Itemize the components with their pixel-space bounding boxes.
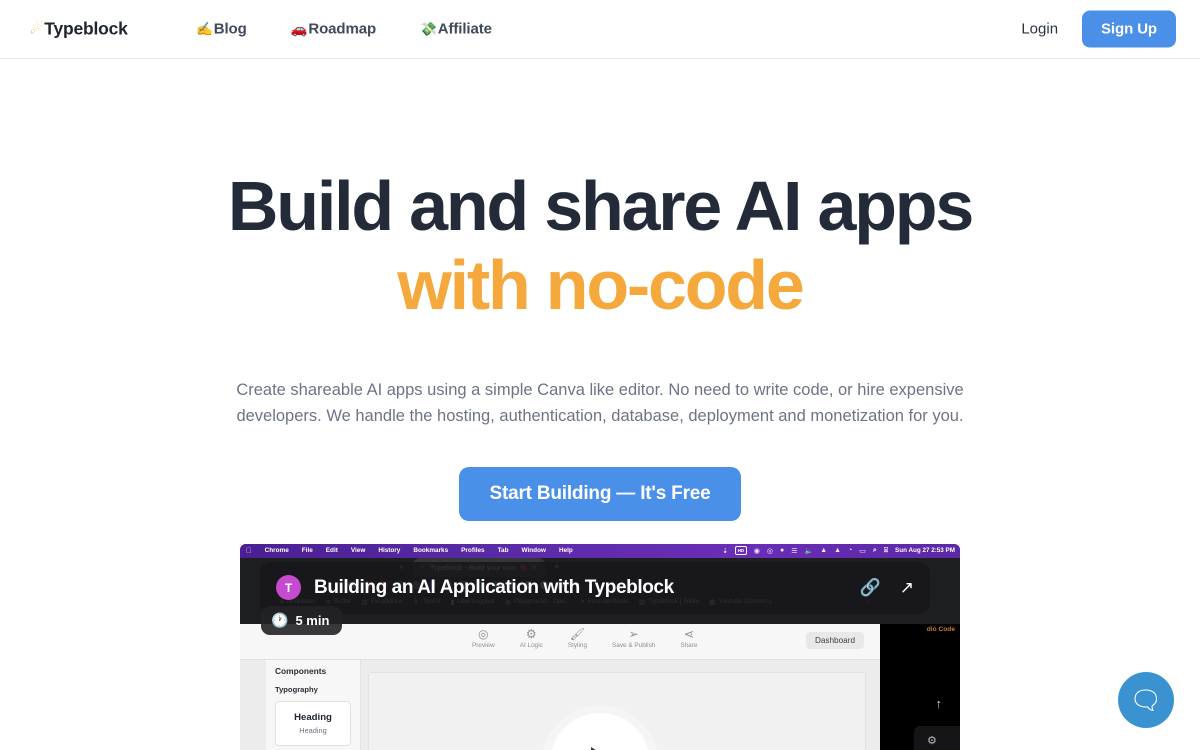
download-icon: ⇣ — [722, 547, 729, 555]
dropbox-alt-icon: ▲ — [820, 547, 828, 555]
editor-sidebar: Components Typography Heading Heading T … — [266, 659, 361, 750]
scroll-up-arrow-icon[interactable]: ↑ — [936, 696, 943, 711]
sidebar-section-typography: Typography — [275, 684, 318, 694]
menu-edit: Edit — [320, 547, 338, 555]
hero-title-line2: with no-code — [397, 246, 804, 325]
menu-help: Help — [553, 547, 573, 555]
dashboard-button[interactable]: Dashboard — [805, 631, 864, 649]
brush-icon: 🖌 — [569, 626, 586, 641]
external-link-icon[interactable]: ↗ — [900, 579, 914, 596]
spotlight-search-icon: ⌕ — [872, 546, 877, 554]
tool-save-publish-label: Save & Publish — [612, 641, 656, 649]
tool-preview[interactable]: ◎ Preview — [472, 626, 495, 649]
video-title-overlay: T Building an AI Application with Typebl… — [260, 561, 930, 614]
menu-profiles: Profiles — [455, 547, 484, 555]
tool-ai-logic[interactable]: ⚙ AI Logic — [519, 626, 543, 649]
page-title: Build and share AI apps with no-code — [0, 167, 1200, 325]
clock-status-icon: ◔ — [848, 547, 853, 555]
hd-badge-icon: HD — [735, 546, 747, 556]
component-heading-preview: Heading — [294, 711, 332, 723]
brand-label: Typeblock — [44, 18, 128, 39]
nav-item-blog-label: Blog — [213, 20, 247, 38]
hero-subtitle: Create shareable AI apps using a simple … — [236, 381, 964, 425]
nav-item-roadmap[interactable]: 🚗 Roadmap — [291, 21, 376, 38]
cloud-icon: ● — [779, 547, 785, 555]
video-title: Building an AI Application with Typebloc… — [314, 576, 674, 598]
money-wings-emoji: 💸 — [420, 21, 437, 37]
main-nav: ✍️ Blog 🚗 Roadmap 💸 Affiliate — [196, 21, 492, 38]
tool-styling[interactable]: 🖌 Styling — [567, 626, 588, 649]
video-preview[interactable]:  Chrome File Edit View History Bookmark… — [240, 543, 960, 750]
gear-icon[interactable]: ⚙ — [927, 734, 937, 747]
tool-ai-logic-label: AI Logic — [519, 641, 543, 649]
comet-icon: ☄ — [30, 20, 44, 38]
clock-icon: 🕐 — [271, 611, 289, 628]
brand-logo[interactable]: ☄ Typeblock — [30, 19, 128, 40]
header-actions: Login Sign Up — [1021, 10, 1176, 48]
menu-history: History — [372, 547, 400, 555]
editor-tool-row: ◎ Preview ⚙ AI Logic 🖌 Styling ➢ Save & … — [472, 626, 698, 649]
right-strip-label: dio Code — [926, 625, 955, 633]
menu-file: File — [296, 547, 313, 555]
nav-item-affiliate[interactable]: 💸 Affiliate — [420, 21, 492, 38]
menu-window: Window — [515, 547, 546, 555]
component-heading-label: Heading — [299, 725, 327, 735]
menu-view: View — [345, 547, 365, 555]
signup-button[interactable]: Sign Up — [1082, 10, 1176, 48]
tool-save-publish[interactable]: ➢ Save & Publish — [612, 626, 656, 649]
tool-preview-label: Preview — [472, 641, 495, 649]
tool-styling-label: Styling — [567, 641, 588, 649]
video-duration-badge: 🕐 5 min — [261, 605, 343, 635]
ai-logic-icon: ⚙ — [525, 626, 537, 641]
macos-menubar:  Chrome File Edit View History Bookmark… — [240, 543, 960, 558]
hero-section: Build and share AI apps with no-code Cre… — [0, 59, 1200, 521]
settings-status-icon: ◎ — [766, 547, 773, 555]
hero-cta-wrapper: Start Building — It's Free — [0, 466, 1200, 521]
battery-icon: ▭ — [859, 547, 866, 555]
chat-bubble-icon: 🗨 — [1129, 685, 1163, 715]
video-overlay-actions: 🔗 ↗ — [860, 579, 914, 596]
editor-right-strip: dio Code ↑ ⚙ ··· — [880, 623, 960, 750]
floating-controls-panel: ⚙ ··· — [914, 725, 960, 750]
component-card-heading[interactable]: Heading Heading — [275, 700, 351, 746]
menu-chrome: Chrome — [259, 547, 289, 555]
login-link[interactable]: Login — [1021, 21, 1058, 38]
video-duration-label: 5 min — [295, 612, 330, 628]
start-building-button[interactable]: Start Building — It's Free — [459, 466, 741, 521]
site-header: ☄ Typeblock ✍️ Blog 🚗 Roadmap 💸 Affiliat… — [0, 0, 1200, 59]
eye-icon: ◎ — [478, 626, 489, 641]
menu-bookmarks: Bookmarks — [407, 547, 448, 555]
control-center-icon: ⌻ — [883, 546, 889, 554]
link-icon[interactable]: 🔗 — [860, 579, 881, 596]
dropbox-icon: ◉ — [753, 547, 760, 555]
chat-widget-button[interactable]: 🗨 — [1118, 672, 1174, 728]
share-icon: ⋖ — [683, 626, 694, 641]
stack-icon: ☰ — [791, 547, 798, 555]
apple-logo-icon:  — [246, 546, 252, 555]
sidebar-heading-components: Components — [275, 665, 327, 676]
avatar: T — [276, 575, 301, 601]
play-icon — [590, 746, 617, 750]
macos-clock: Sun Aug 27 2:53 PM — [895, 547, 955, 555]
hero-title-line1: Build and share AI apps — [227, 167, 974, 245]
nav-item-roadmap-label: Roadmap — [308, 20, 377, 38]
tool-share-label: Share — [680, 641, 698, 649]
wifi-icon: ▲ — [834, 547, 842, 555]
macos-status-area: ⇣ HD ◉ ◎ ● ☰ 🔈 ▲ ▲ ◔ ▭ ⌕ ⌻ Sun Aug 27 2:… — [722, 544, 955, 558]
menu-tab: Tab — [492, 547, 509, 555]
tool-share[interactable]: ⋖ Share — [680, 626, 698, 649]
send-icon: ➢ — [628, 626, 639, 641]
nav-item-affiliate-label: Affiliate — [437, 20, 492, 38]
writing-hand-emoji: ✍️ — [196, 21, 213, 37]
nav-item-blog[interactable]: ✍️ Blog — [196, 21, 247, 38]
volume-icon: 🔈 — [804, 547, 814, 555]
car-emoji: 🚗 — [290, 21, 308, 37]
